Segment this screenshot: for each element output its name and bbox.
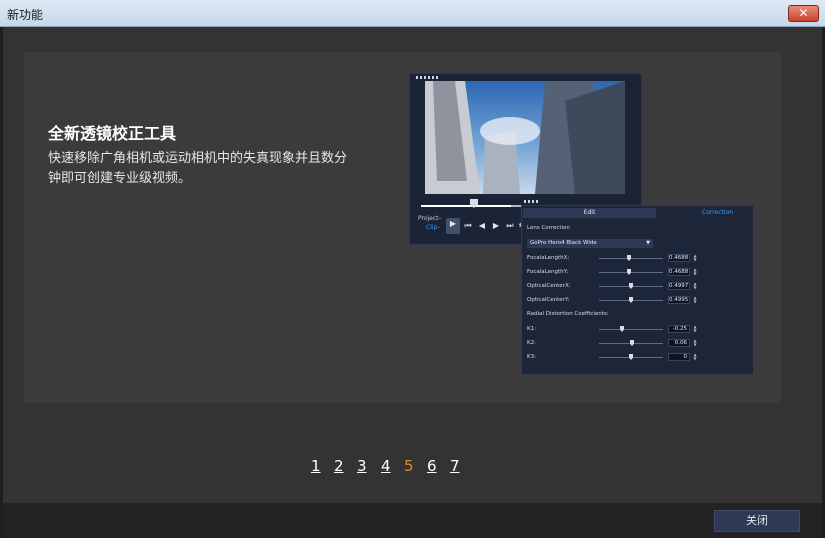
spinner-icon[interactable]: ▲ ▼: [692, 268, 698, 276]
close-icon: ✕: [798, 6, 809, 20]
tab-correction[interactable]: Correction: [702, 208, 733, 218]
main-content: 全新透镜校正工具 快速移除广角相机或运动相机中的失真现象并且数分钟即可创建专业级…: [3, 27, 822, 503]
skip-end-icon: ⏭: [506, 221, 514, 230]
slider-thumb[interactable]: [620, 326, 624, 332]
play-icon: ▶: [449, 219, 457, 228]
slide-heading: 全新透镜校正工具: [48, 124, 177, 143]
slide-pagination: 1 2 3 4 5 6 7: [3, 457, 822, 481]
param-label: OpticalCenterX:: [527, 283, 571, 289]
mode-clip[interactable]: Clip–: [426, 224, 440, 231]
preset-dropdown[interactable]: GoPro Hero4 Black Wide ▼: [527, 239, 653, 248]
coef-value[interactable]: 0: [668, 353, 690, 361]
spinner-icon[interactable]: ▲ ▼: [692, 254, 698, 262]
param-value[interactable]: 0.4688: [668, 268, 690, 276]
timeline-progress: [421, 205, 511, 207]
page-link-5-current[interactable]: 5: [404, 457, 414, 475]
chevron-down-icon: ▼: [646, 240, 650, 246]
slider-thumb[interactable]: [629, 297, 633, 303]
buildings-image: [425, 81, 625, 194]
tab-edit[interactable]: Edit: [523, 208, 656, 218]
coef-label: K2:: [527, 340, 536, 346]
slider-thumb[interactable]: [629, 354, 633, 360]
radial-distortion-title: Radial Distortion Coefficients:: [527, 311, 609, 317]
page-link-2[interactable]: 2: [334, 457, 344, 475]
window-titlebar: 新功能 ✕: [0, 0, 825, 27]
spinner-icon[interactable]: ▲ ▼: [692, 282, 698, 290]
coef-value[interactable]: -0.25: [668, 325, 690, 333]
slider-thumb[interactable]: [627, 269, 631, 275]
slide-description: 快速移除广角相机或运动相机中的失真现象并且数分钟即可创建专业级视频。: [48, 151, 348, 186]
coef-label: K3:: [527, 354, 536, 360]
param-slider[interactable]: [599, 272, 663, 273]
step-forward-button[interactable]: ▶: [490, 220, 502, 232]
preset-value: GoPro Hero4 Black Wide: [530, 240, 597, 246]
coef-slider[interactable]: [599, 329, 663, 330]
window-close-button[interactable]: ✕: [788, 5, 819, 22]
param-label: FocalaLengthX:: [527, 255, 570, 261]
step-forward-icon: ▶: [492, 221, 500, 230]
page-link-7[interactable]: 7: [450, 457, 460, 475]
dialog-footer: 关闭: [3, 503, 822, 538]
page-link-6[interactable]: 6: [427, 457, 437, 475]
skip-start-icon: ⏮: [464, 221, 472, 230]
param-value[interactable]: 0.4995: [668, 296, 690, 304]
coef-value[interactable]: 0.06: [668, 339, 690, 347]
skip-start-button[interactable]: ⏮: [462, 220, 474, 232]
close-button[interactable]: 关闭: [714, 510, 800, 532]
video-preview-image: [425, 81, 625, 194]
param-slider[interactable]: [599, 258, 663, 259]
page-link-4[interactable]: 4: [381, 457, 391, 475]
param-label: OpticalCenterY:: [527, 297, 570, 303]
mode-project[interactable]: Project–: [418, 215, 442, 222]
param-label: FocalaLengthY:: [527, 269, 569, 275]
play-button[interactable]: ▶: [446, 218, 460, 234]
correction-panel-screenshot: Edit Correction Lens Correction GoPro He…: [521, 200, 754, 375]
coef-label: K1:: [527, 326, 536, 332]
spinner-icon[interactable]: ▲ ▼: [692, 325, 698, 333]
spinner-icon[interactable]: ▲ ▼: [692, 296, 698, 304]
param-value[interactable]: 0.4997: [668, 282, 690, 290]
spinner-icon[interactable]: ▲ ▼: [692, 353, 698, 361]
window-title: 新功能: [7, 8, 44, 22]
step-back-icon: ◀: [478, 221, 486, 230]
skip-end-button[interactable]: ⏭: [504, 220, 516, 232]
slider-thumb[interactable]: [629, 283, 633, 289]
drag-handle-dots: [524, 200, 539, 203]
page-link-3[interactable]: 3: [357, 457, 367, 475]
slider-thumb[interactable]: [630, 340, 634, 346]
spinner-icon[interactable]: ▲ ▼: [692, 339, 698, 347]
drag-handle-dots: [416, 76, 438, 79]
slider-thumb[interactable]: [627, 255, 631, 261]
lens-correction-title: Lens Correction: [527, 225, 570, 231]
step-back-button[interactable]: ◀: [476, 220, 488, 232]
page-link-1[interactable]: 1: [311, 457, 321, 475]
param-value[interactable]: 0.4688: [668, 254, 690, 262]
